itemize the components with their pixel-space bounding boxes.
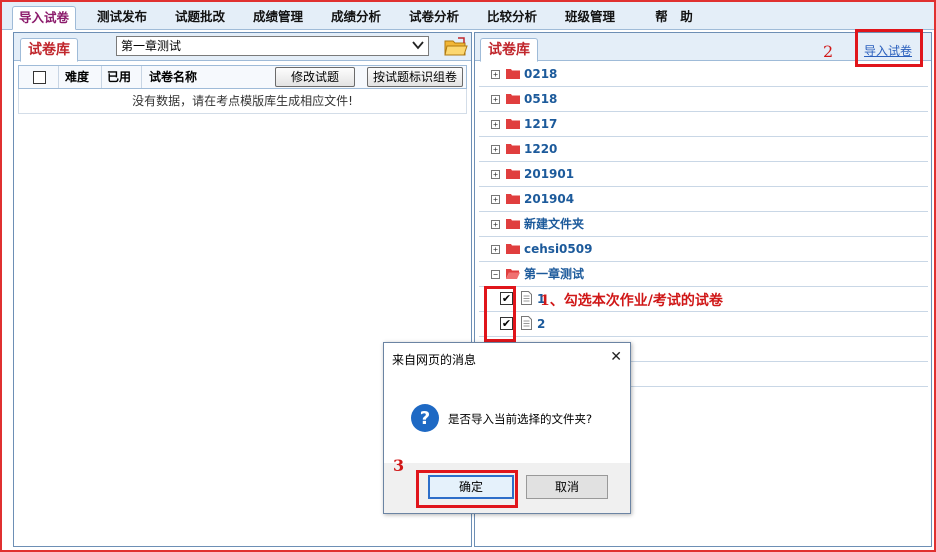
tab-test-publish[interactable]: 测试发布 xyxy=(90,6,154,30)
tree-folder-row[interactable]: + cehsi0509 xyxy=(479,237,928,262)
left-panel-header: 试卷库 第一章测试 xyxy=(14,33,471,62)
folder-icon xyxy=(506,119,520,129)
close-icon[interactable]: ✕ xyxy=(610,349,622,365)
question-icon: ? xyxy=(411,404,439,432)
open-folder-icon xyxy=(506,269,520,279)
file-label: 2 xyxy=(537,317,546,331)
folder-label: 201904 xyxy=(524,192,575,206)
dialog-title: 来自网页的消息 xyxy=(392,353,477,367)
tab-class-management[interactable]: 班级管理 xyxy=(558,6,622,30)
collapse-icon[interactable]: − xyxy=(491,270,500,279)
open-folder-icon[interactable] xyxy=(443,37,469,57)
expand-icon[interactable]: + xyxy=(491,195,500,204)
paper-table-header: 难度 已用 试卷名称 修改试题 按试题标识组卷 xyxy=(18,65,467,89)
right-library-tab[interactable]: 试卷库 xyxy=(480,38,538,62)
tree-folder-row-expanded[interactable]: − 第一章测试 xyxy=(479,262,928,287)
folder-label: 新建文件夹 xyxy=(524,217,585,231)
folder-label: 第一章测试 xyxy=(524,267,585,281)
document-icon xyxy=(521,291,532,305)
tree-file-row[interactable]: ✔ 2 xyxy=(479,312,928,337)
folder-icon xyxy=(506,169,520,179)
compose-by-tag-button[interactable]: 按试题标识组卷 xyxy=(367,67,463,87)
chevron-down-icon xyxy=(412,41,424,50)
expand-icon[interactable]: + xyxy=(491,145,500,154)
folder-icon xyxy=(506,219,520,229)
expand-icon[interactable]: + xyxy=(491,120,500,129)
expand-icon[interactable]: + xyxy=(491,70,500,79)
tab-import-paper[interactable]: 导入试卷 xyxy=(12,6,76,30)
tab-comparison[interactable]: 比较分析 xyxy=(480,6,544,30)
column-difficulty: 难度 xyxy=(65,70,90,84)
left-library-tab[interactable]: 试卷库 xyxy=(20,38,78,62)
tab-paper-analysis[interactable]: 试卷分析 xyxy=(402,6,466,30)
main-tabbar: 导入试卷 测试发布 试题批改 成绩管理 成绩分析 试卷分析 比较分析 班级管理 … xyxy=(2,2,934,30)
column-paper-name: 试卷名称 xyxy=(149,70,198,84)
folder-label: 201901 xyxy=(524,167,575,181)
expand-icon[interactable]: + xyxy=(491,95,500,104)
folder-icon xyxy=(506,244,520,254)
folder-label: 1220 xyxy=(524,142,558,156)
tree-folder-row[interactable]: + 201901 xyxy=(479,162,928,187)
empty-message: 没有数据，请在考点模版库生成相应文件! xyxy=(18,89,467,114)
select-all-checkbox[interactable] xyxy=(33,71,46,84)
annotation-step-1: 1、勾选本次作业/考试的试卷 xyxy=(540,293,723,309)
folder-label: cehsi0509 xyxy=(524,242,593,256)
cancel-button[interactable]: 取消 xyxy=(526,475,608,499)
document-icon xyxy=(521,316,532,330)
column-used: 已用 xyxy=(107,70,132,84)
folder-label: 1217 xyxy=(524,117,558,131)
expand-icon[interactable]: + xyxy=(491,170,500,179)
annotation-box-import xyxy=(855,29,923,67)
folder-icon xyxy=(506,194,520,204)
tab-score-analysis[interactable]: 成绩分析 xyxy=(324,6,388,30)
edit-questions-button[interactable]: 修改试题 xyxy=(275,67,355,87)
folder-icon xyxy=(506,69,520,79)
folder-label: 0218 xyxy=(524,67,558,81)
dialog-message: 是否导入当前选择的文件夹? xyxy=(448,412,593,426)
annotation-box-checkboxes xyxy=(484,286,516,342)
tab-help[interactable]: 帮 助 xyxy=(642,6,706,30)
tree-folder-row[interactable]: + 1220 xyxy=(479,137,928,162)
annotation-step-3: 3 xyxy=(393,456,405,475)
tree-folder-row[interactable]: + 201904 xyxy=(479,187,928,212)
chapter-select[interactable]: 第一章测试 xyxy=(116,36,429,56)
annotation-box-ok xyxy=(416,470,518,508)
folder-icon xyxy=(506,94,520,104)
expand-icon[interactable]: + xyxy=(491,220,500,229)
tree-folder-row[interactable]: + 0518 xyxy=(479,87,928,112)
tab-score-management[interactable]: 成绩管理 xyxy=(246,6,310,30)
expand-icon[interactable]: + xyxy=(491,245,500,254)
tree-folder-row[interactable]: + 新建文件夹 xyxy=(479,212,928,237)
folder-label: 0518 xyxy=(524,92,558,106)
tab-grading[interactable]: 试题批改 xyxy=(168,6,232,30)
annotation-step-2: 2 xyxy=(823,42,834,61)
folder-icon xyxy=(506,144,520,154)
chapter-select-value: 第一章测试 xyxy=(121,39,182,53)
tree-folder-row[interactable]: + 1217 xyxy=(479,112,928,137)
svg-text:?: ? xyxy=(420,408,430,429)
